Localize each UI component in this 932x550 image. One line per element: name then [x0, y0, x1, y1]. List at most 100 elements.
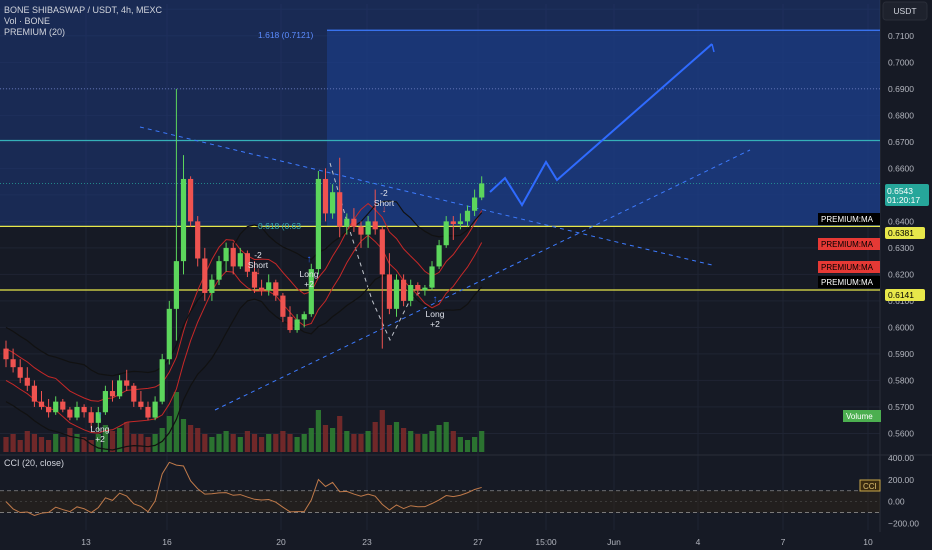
candle-body — [24, 377, 30, 386]
chart-canvas[interactable]: Long+2↑-2Short↓ Long+2↑-2Short↓Long+2↑ 40… — [0, 0, 932, 550]
candle-body — [330, 192, 336, 214]
price-tick-label: 0.5600 — [888, 428, 914, 438]
arrow-up-icon: ↑ — [98, 410, 103, 421]
cci-tag: CCI — [863, 482, 877, 491]
candle-body — [415, 284, 421, 291]
candle-body — [273, 282, 279, 296]
signal-label-text: -2 — [380, 188, 388, 198]
volume-bar — [422, 434, 428, 452]
volume-bar — [287, 434, 293, 452]
tradingview-chart[interactable]: Long +2 ↑ -2 Short ↓ Long +2 ↑ -2 Short ↓ Long +2 ↑ 40… — [0, 0, 932, 550]
volume-bar — [24, 431, 30, 452]
candle-body — [223, 247, 229, 262]
signal-label-text: -2 — [254, 250, 262, 260]
volume-bar — [223, 431, 229, 452]
time-tick-label: 23 — [362, 537, 372, 547]
candle-body — [358, 226, 364, 235]
candle-body — [74, 406, 80, 418]
candle-body — [81, 406, 87, 413]
price-tick-label: 0.6400 — [888, 216, 914, 226]
time-tick-label: 15:00 — [535, 537, 557, 547]
candle-body — [138, 401, 144, 407]
candle-body — [479, 183, 485, 198]
cci-tick-label: −200.00 — [888, 518, 919, 528]
candle-body — [209, 279, 215, 293]
candle-body — [436, 245, 442, 267]
price-tick-label: 0.6800 — [888, 110, 914, 120]
volume-bar — [372, 422, 378, 452]
candle-body — [408, 284, 414, 301]
cci-tick-label: 400.00 — [888, 453, 914, 463]
volume-legend[interactable]: Vol · BONE — [4, 16, 50, 26]
volume-bar — [166, 416, 172, 452]
candle-body — [166, 308, 172, 360]
price-tick-label: 0.5900 — [888, 349, 914, 359]
volume-bar — [479, 431, 485, 452]
volume-bar — [266, 434, 272, 452]
candle-body — [294, 319, 300, 331]
price-tick-label: 0.6200 — [888, 269, 914, 279]
volume-tag: Volume — [846, 412, 873, 421]
candle-body — [202, 258, 208, 293]
candle-body — [67, 409, 73, 418]
candle-body — [17, 367, 23, 378]
volume-bar — [436, 425, 442, 452]
arrow-down-icon: ↓ — [256, 266, 261, 277]
candle-body — [109, 391, 116, 397]
cci-legend[interactable]: CCI (20, close) — [4, 458, 64, 468]
candle-body — [53, 401, 59, 413]
candle-body — [443, 221, 449, 246]
candle-body — [216, 261, 222, 280]
volume-bar — [209, 437, 215, 452]
time-tick-label: 13 — [81, 537, 91, 547]
signal-label-text: +2 — [430, 319, 440, 329]
arrow-up-icon: ↑ — [433, 294, 438, 305]
candle-body — [266, 282, 272, 291]
candle-body — [145, 406, 151, 418]
candle-body — [60, 401, 66, 410]
candle-body — [259, 287, 265, 291]
volume-bar — [31, 434, 37, 452]
candle-body — [280, 295, 286, 317]
volume-bar — [344, 431, 350, 452]
time-tick-label: 10 — [863, 537, 873, 547]
volume-bar — [401, 428, 407, 452]
volume-bar — [273, 434, 279, 452]
candle-body — [344, 218, 350, 227]
price-tick-label: 0.6300 — [888, 243, 914, 253]
candle-body — [464, 210, 471, 222]
volume-bar — [337, 416, 343, 452]
candle-body — [31, 385, 37, 402]
volume-bar — [237, 437, 243, 452]
price-tick-label: 0.7000 — [888, 57, 914, 67]
candle-body — [301, 314, 307, 320]
price-tick-label: 0.5800 — [888, 375, 914, 385]
fib-label-upper: 1.618 (0.7121) — [258, 30, 313, 40]
volume-bar — [450, 431, 456, 452]
time-tick-label: 20 — [276, 537, 286, 547]
candle-body — [393, 279, 400, 309]
volume-bar — [259, 437, 265, 452]
premium-legend[interactable]: PREMIUM (20) — [4, 27, 65, 37]
candle-body — [102, 391, 108, 413]
candle-body — [3, 348, 9, 360]
premium-tag-1: PREMIUM:MA — [821, 215, 874, 224]
candle-body — [230, 247, 236, 267]
cci-tick-label: 0.00 — [888, 497, 905, 507]
symbol-title[interactable]: BONE SHIBASWAP / USDT, 4h, MEXC — [4, 5, 163, 15]
volume-bar — [38, 437, 45, 452]
volume-bar — [308, 428, 314, 452]
signal-label-text: Long — [91, 424, 110, 434]
volume-bar — [180, 419, 187, 452]
premium-tag-2: PREMIUM:MA — [821, 240, 874, 249]
volume-bar — [152, 434, 158, 452]
currency-button[interactable]: USDT — [893, 6, 916, 16]
time-tick-label: 16 — [162, 537, 172, 547]
time-tick-label: 27 — [473, 537, 483, 547]
arrow-down-icon: ↓ — [382, 204, 387, 215]
premium-tag-4: PREMIUM:MA — [821, 278, 874, 287]
volume-bar — [138, 434, 144, 452]
volume-bar — [315, 410, 321, 452]
volume-bar — [457, 437, 463, 452]
price-tick-label: 0.7100 — [888, 31, 914, 41]
